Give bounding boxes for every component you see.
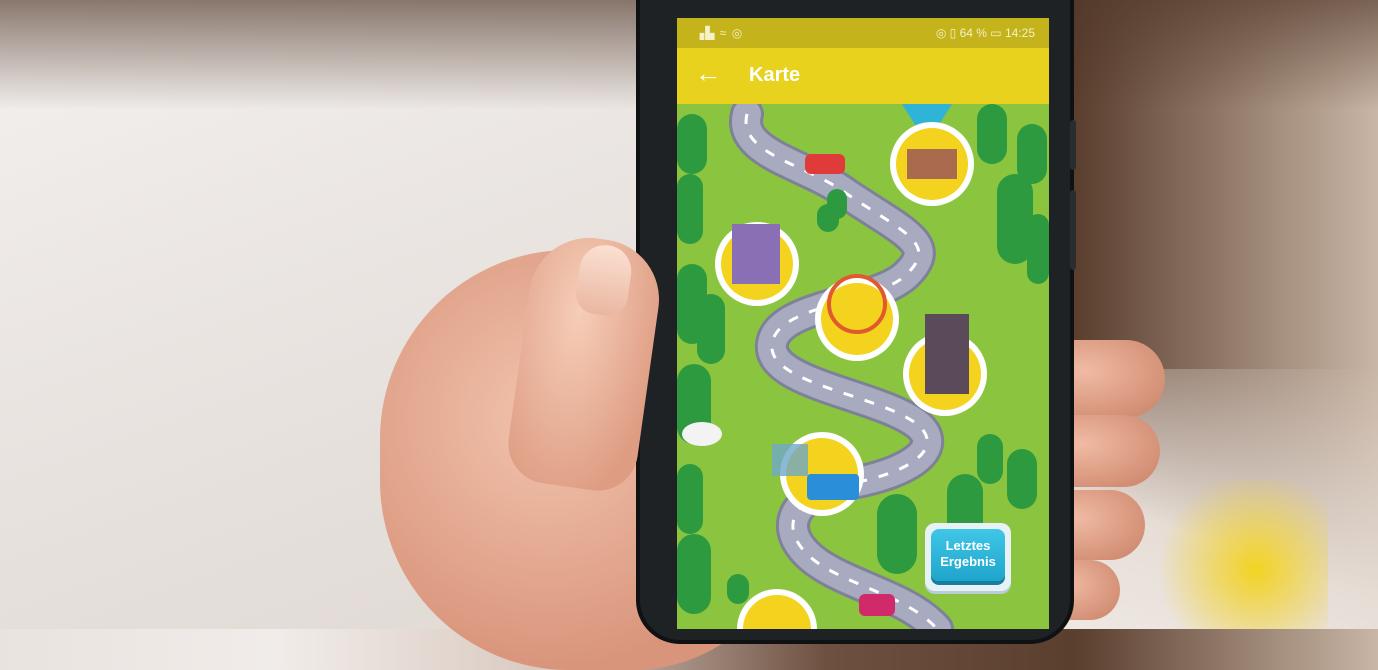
app-bar: ← Karte bbox=[677, 48, 1049, 104]
red-car bbox=[805, 154, 845, 174]
last-result-label-line2: Ergebnis bbox=[940, 554, 996, 569]
back-arrow-icon[interactable]: ← bbox=[695, 60, 721, 86]
status-icons-right: ◎ ▯ 64 % ▭ 14:25 bbox=[935, 26, 1035, 40]
last-result-button[interactable]: Letztes Ergebnis bbox=[925, 523, 1011, 591]
phone-side-button bbox=[1070, 190, 1076, 270]
last-result-button-face[interactable]: Letztes Ergebnis bbox=[931, 529, 1005, 581]
background-yellow-object bbox=[1148, 479, 1328, 629]
phone-side-button bbox=[1070, 120, 1076, 170]
last-result-label-line1: Letztes bbox=[945, 538, 991, 553]
unicorn bbox=[682, 422, 722, 446]
status-bar: ▗▙ ≈ ◎ ◎ ▯ 64 % ▭ 14:25 bbox=[677, 18, 1049, 48]
status-icons-left: ▗▙ ≈ ◎ bbox=[695, 26, 744, 40]
pink-car bbox=[859, 594, 895, 616]
page-title: Karte bbox=[749, 64, 801, 86]
phone-screen: ▗▙ ≈ ◎ ◎ ▯ 64 % ▭ 14:25 ← Karte Letztes … bbox=[677, 18, 1049, 629]
